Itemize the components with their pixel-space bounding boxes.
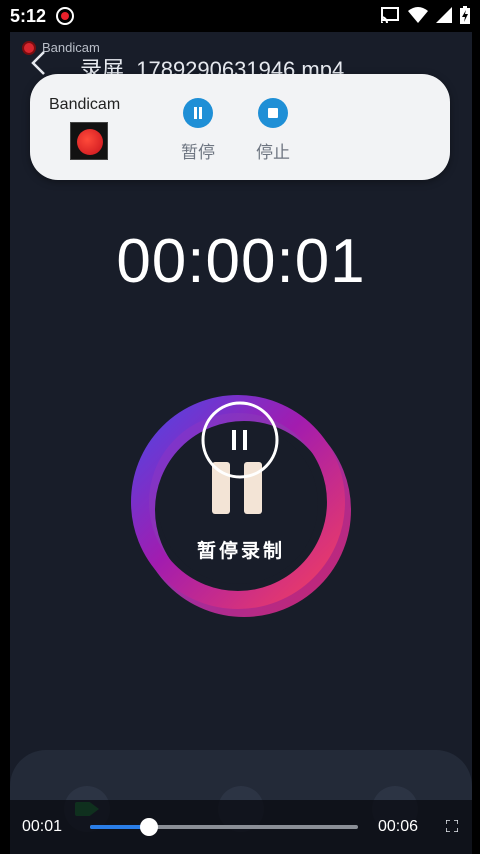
- recorder-screen: Bandicam 录屏_1789290631946.mp4 Bandicam 暂…: [10, 32, 472, 854]
- back-icon[interactable]: [28, 50, 50, 76]
- bandicam-logo-icon: [70, 122, 108, 160]
- stop-icon: [258, 98, 288, 128]
- pause-recording-button[interactable]: [128, 394, 354, 620]
- battery-charging-icon: [460, 6, 470, 24]
- notification-stop-button[interactable]: 停止: [243, 98, 303, 163]
- wifi-icon: [408, 7, 428, 23]
- recording-timer: 00:00:01: [116, 227, 366, 296]
- signal-icon: [436, 7, 452, 23]
- player-bar: 00:01 00:06: [10, 800, 472, 854]
- seek-bar[interactable]: [90, 818, 358, 836]
- status-icons: [380, 6, 470, 24]
- playback-position: 00:01: [22, 818, 63, 835]
- cast-icon: [380, 7, 399, 23]
- notification-app-name: Bandicam: [49, 96, 121, 113]
- status-bar: 5:12: [0, 0, 480, 32]
- seek-thumb[interactable]: [139, 818, 158, 836]
- stop-label: 停止: [256, 143, 290, 162]
- bandicam-notification[interactable]: Bandicam 暂停 停止: [30, 74, 450, 180]
- status-time: 5:12: [10, 6, 47, 26]
- playback-duration: 00:06: [378, 818, 419, 835]
- record-indicator-icon: [56, 7, 74, 25]
- pause-recording-label: 暂停录制: [196, 541, 285, 562]
- pause-icon: [183, 98, 213, 128]
- notification-pause-button[interactable]: 暂停: [168, 98, 228, 163]
- fullscreen-icon[interactable]: [446, 820, 458, 832]
- pause-label: 暂停: [181, 143, 215, 162]
